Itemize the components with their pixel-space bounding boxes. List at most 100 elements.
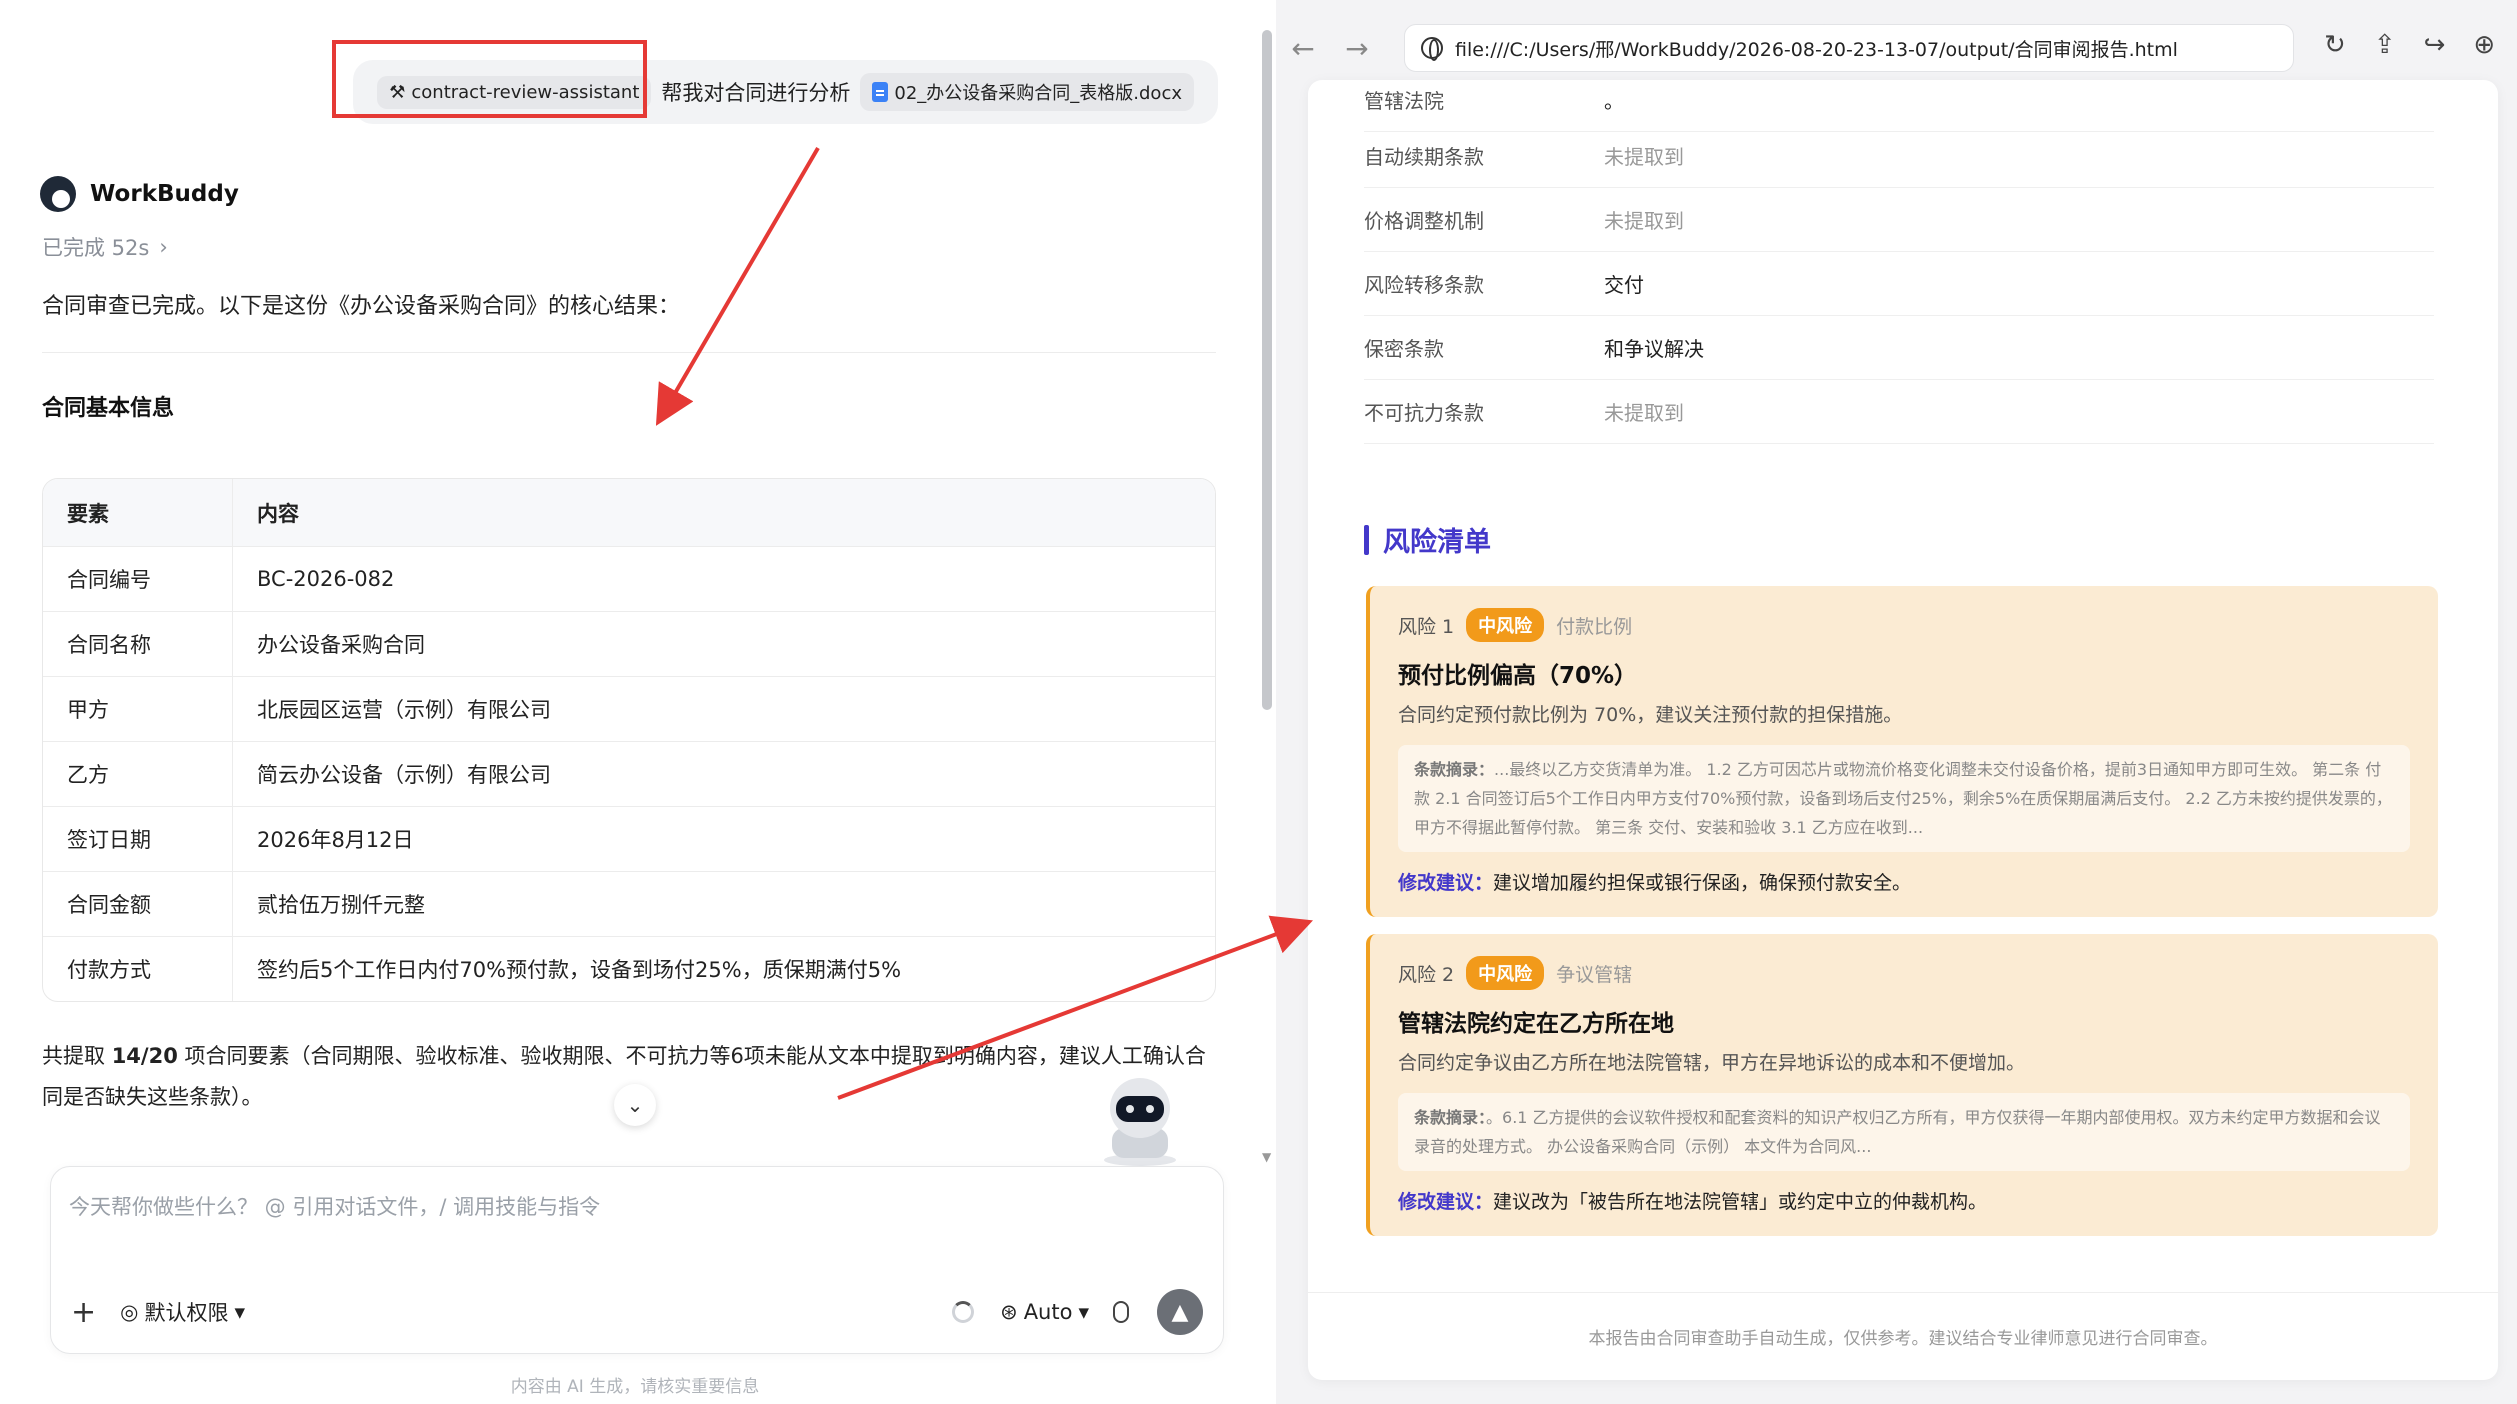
table-cell-key: 合同名称 — [43, 612, 233, 676]
chat-scrollbar[interactable] — [1262, 30, 1272, 710]
suggestion-label: 修改建议： — [1398, 1191, 1494, 1213]
summary-count: 14/20 — [111, 1044, 178, 1068]
table-row: 合同名称 办公设备采购合同 — [43, 611, 1215, 676]
kv-value: 交付 — [1604, 273, 1644, 297]
chevron-down-icon: ⌄ — [626, 1093, 644, 1117]
table-header-row: 要素 内容 — [43, 479, 1215, 546]
add-attachment-button[interactable]: + — [71, 1295, 96, 1330]
table-cell-key: 签订日期 — [43, 807, 233, 871]
globe-icon — [1421, 37, 1443, 61]
ai-disclaimer: 内容由 AI 生成，请核实重要信息 — [510, 1377, 760, 1397]
risk-description: 合同约定预付款比例为 70%，建议关注预付款的担保措施。 — [1398, 704, 1903, 726]
risk-heading-text: 风险清单 — [1383, 527, 1491, 558]
url-text: file:///C:/Users/邢/WorkBuddy/2026-08-20-… — [1455, 38, 2178, 61]
kv-key: 自动续期条款 — [1364, 145, 1484, 169]
table-cell-value: BC-2026-082 — [257, 567, 395, 591]
report-kv-row: 自动续期条款 未提取到 — [1364, 124, 2434, 188]
microphone-icon[interactable] — [1113, 1301, 1129, 1323]
risk-category: 付款比例 — [1556, 615, 1633, 638]
model-icon: ⊛ — [1000, 1300, 1018, 1324]
suggestion: 修改建议：建议改为「被告所在地法院管辖」或约定中立的仲裁机构。 — [1398, 1187, 2410, 1214]
input-toolbar: + ◎ 默认权限 ▾ ⊛ Auto ▾ ▲ — [71, 1287, 1203, 1337]
table-cell-key: 甲方 — [43, 677, 233, 741]
suggestion-label: 修改建议： — [1398, 872, 1494, 894]
risk-level-badge: 中风险 — [1466, 956, 1545, 990]
docx-file-icon — [872, 82, 889, 102]
table-row: 甲方 北辰园区运营（示例）有限公司 — [43, 676, 1215, 741]
risk-meta: 风险 1 中风险 付款比例 — [1398, 608, 2410, 642]
chat-input-box[interactable]: 今天帮你做些什么？ @ 引用对话文件，/ 调用技能与指令 + ◎ 默认权限 ▾ … — [50, 1166, 1224, 1354]
send-arrow-icon: ▲ — [1171, 1299, 1189, 1325]
risk-description: 合同约定争议由乙方所在地法院管辖，甲方在异地诉讼的成本和不便增加。 — [1398, 1052, 2026, 1074]
divider — [42, 352, 1216, 353]
task-status-text: 已完成 52s — [42, 236, 150, 260]
send-button[interactable]: ▲ — [1157, 1289, 1203, 1335]
kv-value: 未提取到 — [1604, 401, 1684, 425]
scroll-down-button[interactable]: ⌄ — [614, 1084, 656, 1126]
kv-value: 。 — [1604, 89, 1624, 113]
model-dropdown[interactable]: ⊛ Auto ▾ — [1000, 1300, 1089, 1324]
model-label: Auto — [1023, 1300, 1073, 1324]
annotation-highlight-box — [332, 40, 647, 118]
clause-label: 条款摘录： — [1414, 1108, 1487, 1127]
risk-category: 争议管辖 — [1556, 963, 1633, 986]
clause-label: 条款摘录： — [1414, 760, 1495, 779]
clause-excerpt: 条款摘录：。6.1 乙方提供的会议软件授权和配套资料的知识产权归乙方所有，甲方仅… — [1398, 1093, 2410, 1171]
risk-meta: 风险 2 中风险 争议管辖 — [1398, 956, 2410, 990]
table-row: 签订日期 2026年8月12日 — [43, 806, 1215, 871]
clause-text: ...最终以乙方交货清单为准。 1.2 乙方可因芯片或物流价格变化调整未交付设备… — [1414, 760, 2392, 837]
user-message-text: 帮我对合同进行分析 — [661, 81, 851, 105]
table-header-cell: 内容 — [257, 501, 299, 526]
table-header-cell: 要素 — [43, 479, 233, 546]
globe-menu-icon[interactable]: ⊕ — [2473, 30, 2495, 60]
table-cell-key: 合同编号 — [43, 547, 233, 611]
table-row: 合同编号 BC-2026-082 — [43, 546, 1215, 611]
kv-key: 风险转移条款 — [1364, 273, 1484, 297]
section-title: 合同基本信息 — [42, 396, 175, 421]
forward-button[interactable]: → — [1330, 32, 1384, 65]
scroll-arrow-icon[interactable]: ▼ — [1262, 1150, 1271, 1164]
file-chip[interactable]: 02_办公设备采购合同_表格版.docx — [860, 73, 1194, 111]
loading-spinner-icon — [952, 1301, 975, 1323]
task-status[interactable]: 已完成 52s › — [42, 232, 168, 262]
risk-card: 风险 1 中风险 付款比例 预付比例偏高（70%） 合同约定预付款比例为 70%… — [1366, 586, 2438, 917]
reload-icon[interactable]: ↻ — [2324, 30, 2346, 60]
kv-value: 未提取到 — [1604, 145, 1684, 169]
share-icon[interactable]: ↪ — [2424, 30, 2446, 60]
kv-key: 价格调整机制 — [1364, 209, 1484, 233]
risk-title: 预付比例偏高（70%） — [1398, 663, 1638, 689]
chat-pane: ⚒ contract-review-assistant 帮我对合同进行分析 02… — [0, 0, 1280, 1404]
table-cell-value: 简云办公设备（示例）有限公司 — [257, 763, 551, 787]
report-footer: 本报告由合同审查助手自动生成，仅供参考。建议结合专业律师意见进行合同审查。 — [1588, 1329, 2218, 1349]
risk-card: 风险 2 中风险 争议管辖 管辖法院约定在乙方所在地 合同约定争议由乙方所在地法… — [1366, 934, 2438, 1236]
upload-icon[interactable]: ⇪ — [2374, 30, 2396, 60]
summary-prefix: 共提取 — [42, 1044, 112, 1068]
report-kv-row: 风险转移条款 交付 — [1364, 252, 2434, 316]
contract-info-table: 要素 内容 合同编号 BC-2026-082 合同名称 办公设备采购合同 甲方 … — [42, 478, 1216, 1002]
permission-dropdown[interactable]: ◎ 默认权限 ▾ — [120, 1297, 245, 1327]
kv-key: 不可抗力条款 — [1364, 401, 1484, 425]
table-cell-value: 贰拾伍万捌仟元整 — [257, 893, 425, 917]
risk-title: 管辖法院约定在乙方所在地 — [1398, 1011, 1674, 1037]
kv-value: 和争议解决 — [1604, 337, 1704, 361]
report-kv-row: 保密条款 和争议解决 — [1364, 316, 2434, 380]
report-divider — [1308, 1292, 2498, 1293]
report-kv-row: 不可抗力条款 未提取到 — [1364, 380, 2434, 444]
suggestion-text: 建议改为「被告所在地法院管辖」或约定中立的仲裁机构。 — [1493, 1191, 1988, 1213]
table-row: 合同金额 贰拾伍万捌仟元整 — [43, 871, 1215, 936]
table-cell-value: 签约后5个工作日内付70%预付款，设备到场付25%，质保期满付5% — [257, 958, 902, 982]
risk-list-heading: 风险清单 — [1364, 520, 1491, 559]
address-bar[interactable]: file:///C:/Users/邢/WorkBuddy/2026-08-20-… — [1404, 24, 2294, 72]
chat-input-placeholder[interactable]: 今天帮你做些什么？ @ 引用对话文件，/ 调用技能与指令 — [69, 1191, 600, 1221]
table-cell-key: 付款方式 — [43, 937, 233, 1001]
back-button[interactable]: ← — [1276, 32, 1330, 65]
bot-header: WorkBuddy — [40, 176, 239, 212]
chevron-right-icon: › — [159, 235, 168, 259]
risk-level-badge: 中风险 — [1466, 608, 1545, 642]
bot-name: WorkBuddy — [90, 181, 239, 207]
report-page: 管辖法院 。 自动续期条款 未提取到 价格调整机制 未提取到 风险转移条款 交付… — [1308, 80, 2498, 1380]
table-cell-key: 合同金额 — [43, 872, 233, 936]
robot-mascot-icon[interactable] — [1090, 1068, 1190, 1168]
browser-actions: ↻ ⇪ ↪ ⊕ — [2324, 30, 2495, 60]
chevron-down-icon: ▾ — [1078, 1300, 1089, 1324]
